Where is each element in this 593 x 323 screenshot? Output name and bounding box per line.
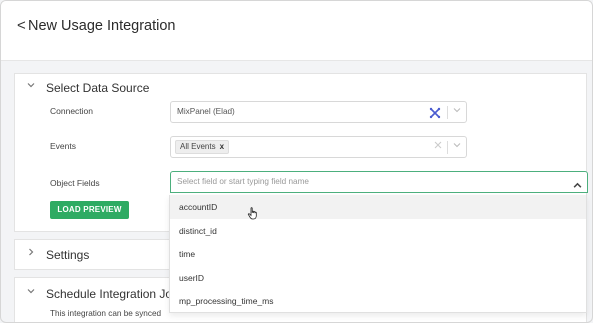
chevron-down-icon[interactable] (453, 141, 461, 151)
object-fields-label: Object Fields (50, 178, 100, 188)
divider (447, 106, 448, 119)
connection-value: MixPanel (Elad) (177, 107, 235, 116)
dropdown-option[interactable]: mp_processing_time_ms (170, 289, 586, 313)
page-header: < New Usage Integration (1, 1, 592, 61)
dropdown-option[interactable]: accountID (170, 195, 586, 219)
events-label: Events (50, 141, 76, 151)
back-button[interactable]: < (17, 17, 26, 34)
events-tag: All Events x (175, 140, 230, 154)
load-preview-button[interactable]: LOAD PREVIEW (50, 201, 129, 219)
dropdown-option[interactable]: userID (170, 266, 586, 290)
chevron-down-icon[interactable] (453, 106, 461, 116)
page-title: New Usage Integration (28, 18, 176, 34)
chevron-right-icon[interactable] (27, 248, 35, 258)
chevron-down-icon[interactable] (27, 287, 35, 297)
connection-x-icon[interactable] (429, 106, 441, 124)
dropdown-option[interactable]: distinct_id (170, 219, 586, 243)
object-fields-dropdown: accountID distinct_id time userID mp_pro… (169, 195, 587, 313)
section-title: Schedule Integration Job (46, 287, 179, 301)
events-tag-label: All Events (180, 142, 216, 151)
clear-icon[interactable] (434, 141, 442, 152)
chevron-down-icon[interactable] (27, 81, 35, 91)
dropdown-option[interactable]: time (170, 242, 586, 266)
events-select[interactable]: All Events x (170, 136, 467, 158)
section-title: Settings (46, 248, 90, 262)
tag-remove-button[interactable]: x (220, 142, 224, 151)
schedule-info-text: This integration can be synced (50, 309, 162, 318)
section-title: Select Data Source (46, 81, 150, 95)
chevron-up-icon[interactable] (573, 177, 582, 195)
connection-label: Connection (50, 106, 94, 116)
object-fields-placeholder: Select field or start typing field name (177, 177, 309, 186)
object-fields-select[interactable]: Select field or start typing field name (170, 171, 588, 193)
app-window: < New Usage Integration Select Data Sour… (0, 0, 593, 323)
divider (447, 141, 448, 154)
connection-select[interactable]: MixPanel (Elad) (170, 101, 467, 123)
hand-pointer-icon (247, 207, 259, 225)
